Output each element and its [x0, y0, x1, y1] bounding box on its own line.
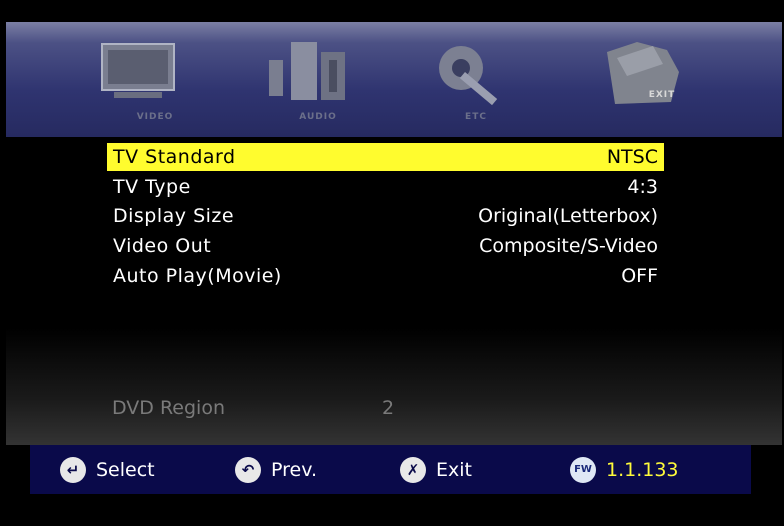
menu-item-label: TV Type — [113, 176, 191, 198]
menu-item-label: Display Size — [113, 205, 235, 227]
exit-icon-label: EXIT — [648, 90, 676, 100]
menu-item-label: Auto Play(Movie) — [113, 265, 282, 287]
button-hint-bar: ↵ Select ↶ Prev. ✗ Exit FW 1.1.133 — [30, 445, 751, 494]
dvd-region-label: DVD Region — [112, 397, 226, 419]
menu-item-value: NTSC — [606, 146, 658, 168]
menu-item-value: Composite/S-Video — [479, 235, 658, 257]
exit-hint[interactable]: ✗ Exit — [400, 457, 520, 483]
prev-label: Prev. — [271, 459, 318, 481]
fw-icon: FW — [570, 457, 596, 483]
exit-icon[interactable]: EXIT — [597, 42, 707, 122]
menu-item-label: Video Out — [113, 235, 212, 257]
return-icon: ↶ — [235, 457, 261, 483]
audio-icon-label: AUDIO — [299, 112, 337, 122]
prev-hint[interactable]: ↶ Prev. — [235, 457, 375, 483]
firmware-info: FW 1.1.133 — [570, 457, 720, 483]
menu-item-value: 4:3 — [627, 176, 658, 198]
dvd-region-value: 2 — [382, 397, 395, 419]
menu-item-value: OFF — [621, 265, 658, 287]
tv-screen: VIDEO AUDIO ETC EXIT TV Standard NTSC TV… — [0, 0, 784, 526]
fw-version: 1.1.133 — [606, 459, 679, 481]
etc-icon-label: ETC — [465, 112, 487, 122]
video-icon[interactable]: VIDEO — [100, 42, 210, 122]
enter-icon: ↵ — [60, 457, 86, 483]
exit-key-icon: ✗ — [400, 457, 426, 483]
exit-label: Exit — [436, 459, 472, 481]
select-hint[interactable]: ↵ Select — [60, 457, 220, 483]
menu-item-auto-play[interactable]: Auto Play(Movie) OFF — [107, 262, 664, 290]
etc-icon[interactable]: ETC — [421, 42, 531, 122]
menu-item-tv-type[interactable]: TV Type 4:3 — [107, 173, 664, 201]
menu-item-display-size[interactable]: Display Size Original(Letterbox) — [107, 202, 664, 230]
menu-item-label: TV Standard — [113, 146, 236, 168]
dvd-region: DVD Region 2 — [112, 397, 394, 419]
menu-item-tv-standard[interactable]: TV Standard NTSC — [107, 143, 664, 171]
menu-item-value: Original(Letterbox) — [478, 205, 658, 227]
video-icon-label: VIDEO — [136, 112, 174, 122]
audio-icon[interactable]: AUDIO — [263, 42, 373, 122]
menu-item-video-out[interactable]: Video Out Composite/S-Video — [107, 232, 664, 260]
select-label: Select — [96, 459, 155, 481]
